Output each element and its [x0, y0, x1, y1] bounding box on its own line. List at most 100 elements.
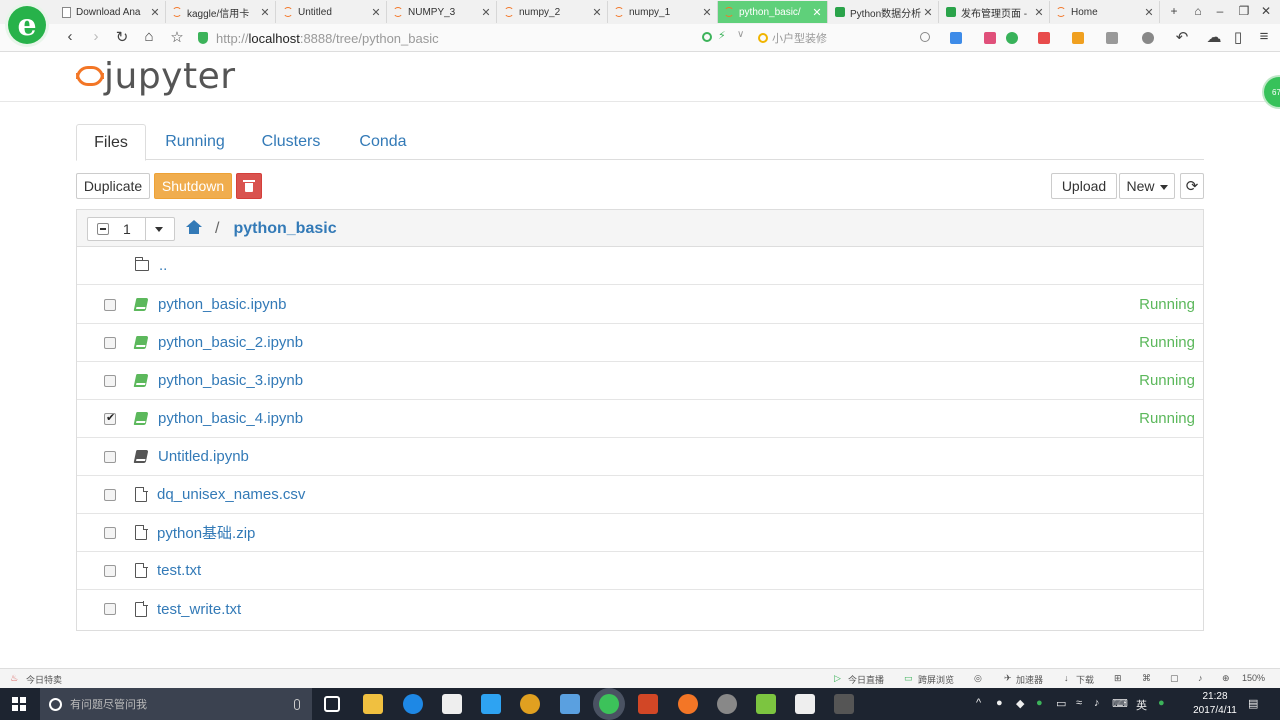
status-live[interactable]: 今日直播	[848, 673, 884, 686]
close-tab-icon[interactable]: ✕	[479, 6, 493, 19]
chrome-icon[interactable]	[520, 694, 540, 714]
list-item-updir[interactable]: ..	[77, 247, 1203, 285]
item-checkbox[interactable]	[104, 603, 116, 615]
new-dropdown-button[interactable]: New	[1119, 173, 1175, 199]
new-tab-icon[interactable]: +	[1166, 4, 1182, 18]
status-accelerator[interactable]: 加速器	[1016, 673, 1043, 686]
qq-icon[interactable]	[481, 694, 501, 714]
speaker-icon[interactable]: ♪	[1094, 697, 1100, 709]
extension-icon[interactable]	[984, 32, 996, 44]
dropdown-chevron-icon[interactable]: ∨	[737, 29, 749, 41]
item-name-link[interactable]: test_write.txt	[157, 601, 241, 618]
adblock-icon[interactable]	[1038, 32, 1050, 44]
home-page-icon[interactable]: ⌂	[139, 28, 159, 45]
list-item[interactable]: python_basic_3.ipynb Running	[77, 362, 1203, 400]
item-name-link[interactable]: python_basic_2.ipynb	[158, 334, 303, 351]
upload-button[interactable]: Upload	[1051, 173, 1117, 199]
speedup-icon[interactable]	[702, 32, 712, 42]
search-input[interactable]: 小户型装修	[758, 28, 938, 48]
screenshot-icon[interactable]	[1072, 32, 1084, 44]
url-input[interactable]: http://localhost:8888/tree/python_basic	[198, 28, 754, 48]
list-item[interactable]: python_basic_4.ipynb Running	[77, 400, 1203, 438]
item-checkbox[interactable]	[104, 526, 116, 539]
close-tab-icon[interactable]: ✕	[921, 6, 935, 19]
list-item[interactable]: Untitled.ipynb	[77, 438, 1203, 476]
network-icon[interactable]: ▭	[1056, 697, 1066, 710]
browser-tab[interactable]: 发布管理页面 - ✕	[940, 1, 1050, 23]
keyboard-icon[interactable]: ⌨	[1112, 697, 1128, 710]
zoom-level[interactable]: 150%	[1242, 673, 1265, 683]
select-all-group[interactable]: 1	[87, 217, 175, 241]
obs-icon[interactable]	[717, 694, 737, 714]
list-item[interactable]: python基础.zip	[77, 514, 1203, 552]
history-icon[interactable]: ◎	[974, 673, 982, 684]
ie-mode-icon[interactable]: ⊞	[1114, 673, 1122, 684]
back-icon[interactable]: ‹	[60, 28, 80, 45]
magnifier-icon[interactable]	[1142, 32, 1154, 44]
tab-files[interactable]: Files	[76, 124, 146, 161]
menu-icon[interactable]: ≡	[1254, 28, 1274, 45]
item-name-link[interactable]: python_basic_4.ipynb	[158, 410, 303, 427]
close-tab-icon[interactable]: ✕	[148, 6, 162, 19]
browser-tab[interactable]: Download Ana ✕	[56, 1, 166, 23]
volume-icon[interactable]: ♪	[1198, 673, 1203, 683]
tab-running[interactable]: Running	[154, 124, 236, 160]
item-checkbox[interactable]	[104, 564, 116, 577]
windows-start-icon[interactable]	[12, 697, 26, 711]
window-icon[interactable]: ▢	[1170, 673, 1179, 684]
ime-indicator[interactable]: 英	[1136, 697, 1147, 713]
taskbar-clock[interactable]: 21:28 2017/4/11	[1192, 690, 1238, 718]
editor-icon[interactable]	[795, 694, 815, 714]
wifi-icon[interactable]: ≈	[1076, 697, 1082, 709]
item-name-link[interactable]: dq_unisex_names.csv	[157, 486, 305, 503]
browser-tab[interactable]: numpy_2 ✕	[498, 1, 608, 23]
edge-icon[interactable]	[403, 694, 423, 714]
360-browser-icon[interactable]	[599, 694, 619, 714]
browser-tab[interactable]: numpy_1 ✕	[608, 1, 718, 23]
select-all-checkbox[interactable]	[97, 223, 109, 235]
list-item[interactable]: python_basic_2.ipynb Running	[77, 324, 1203, 362]
store-icon[interactable]	[442, 694, 462, 714]
tab-clusters[interactable]: Clusters	[248, 124, 334, 160]
file-explorer-icon[interactable]	[363, 694, 383, 714]
item-checkbox[interactable]	[104, 450, 116, 463]
camtasia-icon[interactable]	[756, 694, 776, 714]
browser-tab[interactable]: kaggle/信用卡 ✕	[166, 1, 276, 23]
close-tab-icon[interactable]: ✕	[258, 6, 272, 19]
forward-icon[interactable]: ›	[86, 28, 106, 45]
browser-tab[interactable]: Home ✕	[1050, 1, 1160, 23]
mail-icon[interactable]	[560, 694, 580, 714]
close-tab-icon[interactable]: ✕	[700, 6, 714, 19]
cortana-search-input[interactable]: 有问题尽管问我	[40, 688, 312, 720]
close-tab-icon[interactable]: ✕	[810, 6, 824, 19]
task-view-icon[interactable]	[324, 696, 340, 712]
coin-icon[interactable]	[1006, 32, 1018, 44]
item-checkbox[interactable]	[104, 374, 116, 387]
search-icon[interactable]	[920, 32, 930, 42]
tablet-icon[interactable]: ▯	[1228, 28, 1248, 46]
list-item[interactable]: python_basic.ipynb Running	[77, 286, 1203, 324]
tray-shield-icon[interactable]: ◆	[1016, 697, 1024, 710]
refresh-list-button[interactable]: ⟳	[1180, 173, 1204, 199]
close-tab-icon[interactable]: ✕	[369, 6, 383, 19]
close-tab-icon[interactable]: ✕	[1032, 6, 1046, 19]
minimize-icon[interactable]: –	[1212, 4, 1228, 18]
microphone-icon[interactable]	[294, 698, 300, 710]
bookmark-star-icon[interactable]: ☆	[167, 28, 187, 46]
item-checkbox[interactable]	[104, 411, 116, 425]
duplicate-button[interactable]: Duplicate	[76, 173, 150, 199]
skin-icon[interactable]: ⌂	[1190, 4, 1206, 18]
item-name-link[interactable]: python_basic.ipynb	[158, 296, 286, 313]
item-name-link[interactable]: python基础.zip	[157, 522, 255, 543]
browser-tab[interactable]: Untitled ✕	[277, 1, 387, 23]
select-menu-toggle[interactable]	[145, 218, 171, 240]
list-item[interactable]: dq_unisex_names.csv	[77, 476, 1203, 514]
jupyter-logo[interactable]: jupyter	[76, 56, 236, 97]
item-name-link[interactable]: test.txt	[157, 562, 201, 579]
close-tab-icon[interactable]: ✕	[1142, 6, 1156, 19]
browser-tab[interactable]: python_basic/ ✕	[718, 1, 828, 23]
status-browse[interactable]: 跨屏浏览	[918, 673, 954, 686]
close-window-icon[interactable]: ✕	[1258, 4, 1274, 18]
item-checkbox[interactable]	[104, 336, 116, 349]
shutdown-button[interactable]: Shutdown	[154, 173, 232, 199]
